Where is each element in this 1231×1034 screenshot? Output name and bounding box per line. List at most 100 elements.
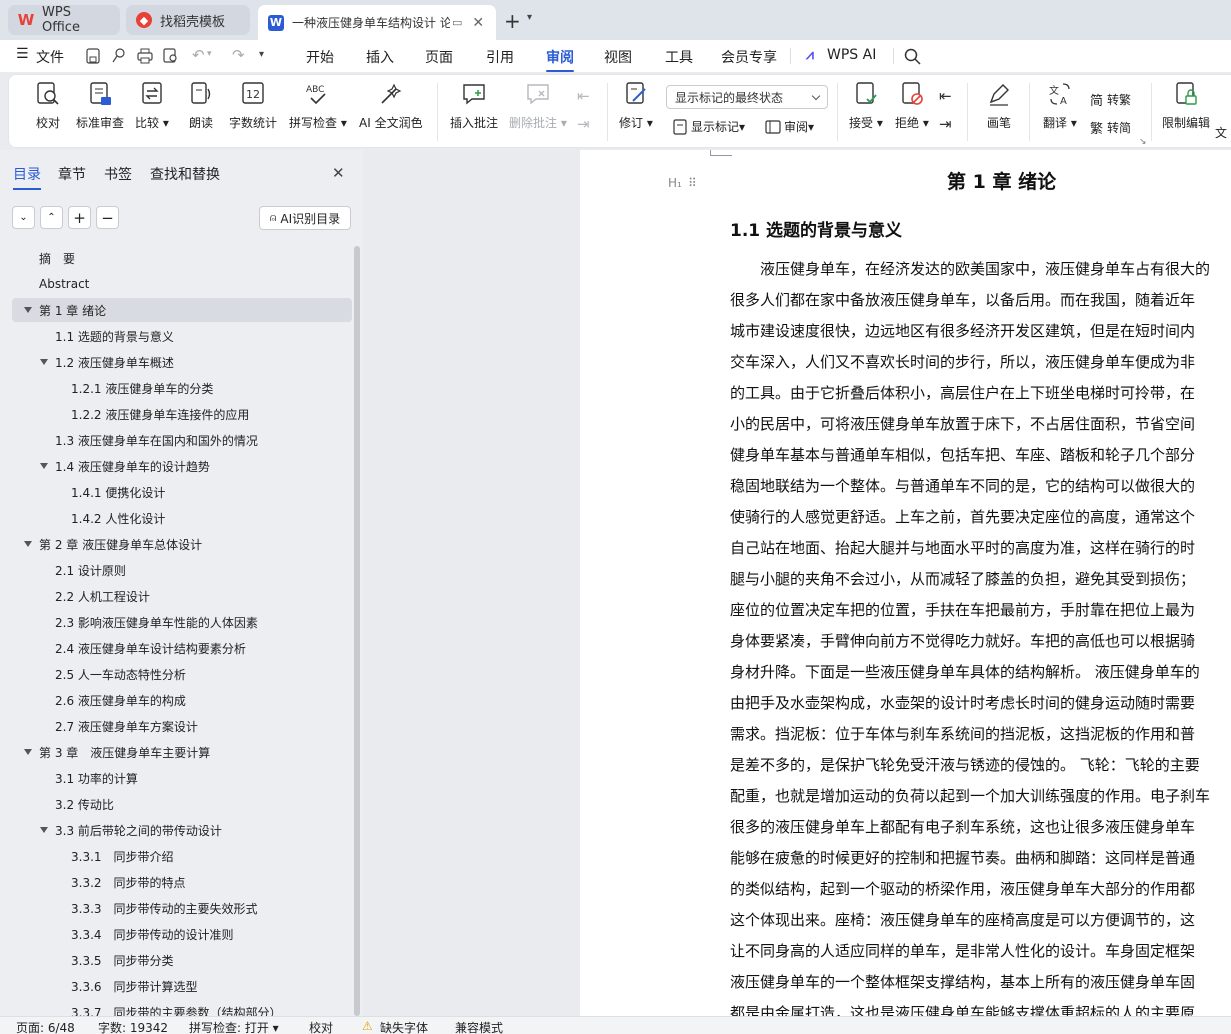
save-icon[interactable] (86, 48, 100, 64)
document-partial-button[interactable]: 文 (1215, 124, 1227, 141)
to-simplified-button[interactable]: 繁转简 (1090, 118, 1131, 137)
tab-docer-templates[interactable]: ◆ 找稻壳模板 (126, 5, 250, 35)
toc-item[interactable]: 2.5 人一车动态特性分析 (12, 662, 352, 686)
menu-file[interactable]: 文件 (36, 47, 64, 67)
toc-item[interactable]: 1.4.2 人性化设计 (12, 506, 352, 530)
toc-item[interactable]: 摘 要 (12, 246, 352, 270)
markup-mode-select[interactable]: 显示标记的最终状态 (666, 85, 828, 109)
tab-bookmarks[interactable]: 书签 (104, 164, 132, 184)
print-icon[interactable] (137, 48, 153, 64)
review-pane-button[interactable]: 审阅 ▾ (765, 118, 814, 135)
pen-button[interactable]: 画笔 (986, 81, 1012, 131)
compare-button[interactable]: 比较 ▾ (135, 81, 169, 131)
expand-arrow-icon[interactable] (24, 307, 32, 313)
close-icon[interactable]: ✕ (472, 15, 484, 31)
toc-item[interactable]: 3.3.5 同步带分类 (12, 948, 352, 972)
toc-item[interactable]: 第 1 章 绪论 (12, 298, 352, 322)
word-count-indicator[interactable]: 字数: 19342 (98, 1019, 168, 1034)
tab-wps-office[interactable]: W WPS Office (8, 5, 120, 35)
expand-arrow-icon[interactable] (40, 827, 48, 833)
toc-item[interactable]: 3.3.4 同步带传动的设计准则 (12, 922, 352, 946)
menu-review[interactable]: 审阅 (546, 47, 574, 72)
toc-item[interactable]: 1.2.1 液压健身单车的分类 (12, 376, 352, 400)
toc-item[interactable]: 3.1 功率的计算 (12, 766, 352, 790)
expand-arrow-icon[interactable] (40, 463, 48, 469)
tab-toc[interactable]: 目录 (13, 164, 41, 190)
toc-item[interactable]: 1.3 液压健身单车在国内和国外的情况 (12, 428, 352, 452)
menu-tools[interactable]: 工具 (665, 47, 693, 67)
spell-check-indicator[interactable]: 拼写检查: 打开 ▾ (189, 1019, 279, 1034)
spell-check-button[interactable]: ABC 拼写检查 ▾ (289, 81, 347, 131)
page-indicator[interactable]: 页面: 6/48 (16, 1019, 75, 1034)
toc-item[interactable]: 2.3 影响液压健身单车性能的人体因素 (12, 610, 352, 634)
drag-handle-icon[interactable]: ⠿ (688, 176, 697, 190)
toc-item[interactable]: 2.7 液压健身单车方案设计 (12, 714, 352, 738)
show-markup-button[interactable]: 显示标记 ▾ (672, 118, 745, 135)
monitor-icon[interactable]: ▭ (452, 16, 462, 29)
translate-button[interactable]: 文A 翻译 ▾ (1043, 81, 1077, 131)
prev-change-icon[interactable]: ⇤ (939, 87, 952, 105)
move-up-button[interactable]: ⌃ (40, 206, 63, 229)
chevron-down-icon[interactable]: ▾ (207, 49, 212, 59)
toc-item[interactable]: 1.1 选题的背景与意义 (12, 324, 352, 348)
read-aloud-button[interactable]: 朗读 (188, 81, 214, 131)
close-icon[interactable]: ✕ (332, 164, 345, 182)
key-icon[interactable] (112, 48, 126, 64)
chevron-down-icon[interactable]: ▾ (259, 49, 264, 60)
prev-comment-icon[interactable]: ⇤ (577, 87, 590, 105)
toc-item[interactable]: 2.1 设计原则 (12, 558, 352, 582)
toc-item[interactable]: 2.4 液压健身单车设计结构要素分析 (12, 636, 352, 660)
toc-item[interactable]: 3.2 传动比 (12, 792, 352, 816)
menu-wps-ai[interactable]: WPS AI (827, 47, 876, 63)
reject-button[interactable]: 拒绝 ▾ (895, 81, 929, 131)
toc-item[interactable]: 2.6 液压健身单车的构成 (12, 688, 352, 712)
missing-font-indicator[interactable]: 缺失字体 (380, 1019, 428, 1034)
word-count-button[interactable]: 12 字数统计 (229, 81, 277, 131)
proofread-button[interactable]: 校对 (35, 81, 61, 131)
document-page[interactable]: H₁ ⠿ 第 1 章 绪论 1.1 选题的背景与意义 液压健身单车，在经济发达的… (580, 150, 1231, 1016)
menu-page[interactable]: 页面 (425, 47, 453, 67)
toc-item[interactable]: 3.3.2 同步带的特点 (12, 870, 352, 894)
standard-review-button[interactable]: 标准审查 (76, 81, 124, 131)
scrollbar[interactable] (354, 246, 360, 1016)
expand-arrow-icon[interactable] (24, 749, 32, 755)
menu-membership[interactable]: 会员专享 (721, 47, 777, 67)
next-comment-icon[interactable]: ⇥ (577, 115, 590, 133)
undo-icon[interactable]: ↶ (192, 46, 205, 64)
toc-item[interactable]: Abstract (12, 272, 352, 296)
tab-document[interactable]: W 一种液压健身单车结构设计 论 ▭ ✕ (258, 5, 496, 40)
next-change-icon[interactable]: ⇥ (939, 115, 952, 133)
toc-item[interactable]: 3.3.6 同步带计算选型 (12, 974, 352, 998)
tab-chapters[interactable]: 章节 (58, 164, 86, 184)
menu-references[interactable]: 引用 (486, 47, 514, 67)
expand-arrow-icon[interactable] (40, 359, 48, 365)
add-heading-button[interactable]: + (68, 206, 91, 229)
menu-home[interactable]: 开始 (306, 47, 334, 67)
accept-button[interactable]: 接受 ▾ (849, 81, 883, 131)
track-changes-button[interactable]: 修订 ▾ (619, 81, 653, 131)
expand-arrow-icon[interactable] (24, 541, 32, 547)
toc-item[interactable]: 1.4 液压健身单车的设计趋势 (12, 454, 352, 478)
toc-item[interactable]: 第 2 章 液压健身单车总体设计 (12, 532, 352, 556)
toc-item[interactable]: 1.4.1 便携化设计 (12, 480, 352, 504)
remove-heading-button[interactable]: − (96, 206, 119, 229)
ai-polish-button[interactable]: AI 全文润色 (359, 81, 423, 131)
ai-toc-button[interactable]: ⍝ AI识别目录 (259, 206, 351, 230)
hamburger-icon[interactable]: ☰ (16, 46, 29, 62)
toc-item[interactable]: 3.3 前后带轮之间的带传动设计 (12, 818, 352, 842)
toc-item[interactable]: 1.2 液压健身单车概述 (12, 350, 352, 374)
menu-insert[interactable]: 插入 (366, 47, 394, 67)
toc-item[interactable]: 第 3 章 液压健身单车主要计算 (12, 740, 352, 764)
expand-group-icon[interactable]: ↘ (1139, 137, 1147, 147)
to-traditional-button[interactable]: 简转繁 (1090, 90, 1131, 109)
print-preview-icon[interactable] (163, 48, 179, 64)
collapse-button[interactable]: ⌄ (12, 206, 35, 229)
toc-item[interactable]: 1.2.2 液压健身单车连接件的应用 (12, 402, 352, 426)
redo-icon[interactable]: ↷ (232, 46, 245, 64)
toc-item[interactable]: 3.3.3 同步带传动的主要失效形式 (12, 896, 352, 920)
delete-comment-button[interactable]: 删除批注 ▾ (509, 81, 567, 131)
menu-view[interactable]: 视图 (604, 47, 632, 67)
chevron-down-icon[interactable]: ▾ (527, 12, 532, 23)
new-tab-icon[interactable]: + (504, 9, 521, 33)
search-icon[interactable] (904, 48, 921, 65)
